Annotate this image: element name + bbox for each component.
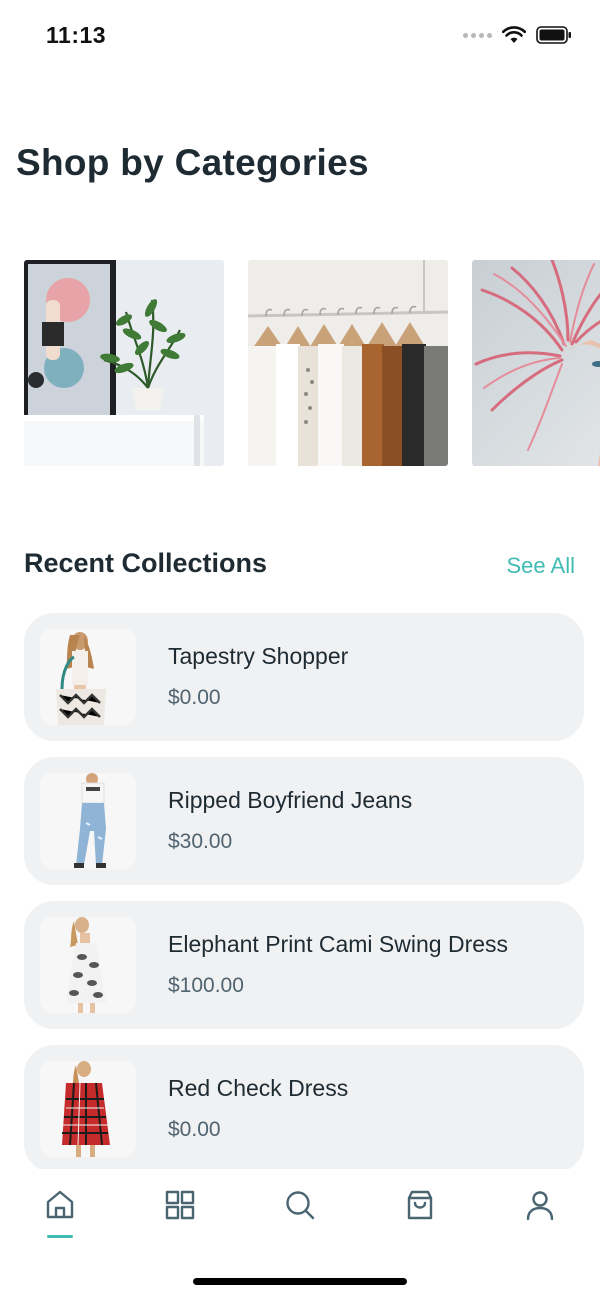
nav-cart[interactable]: [400, 1185, 440, 1225]
home-icon: [46, 1190, 74, 1219]
clothing-rack-category-image: [248, 260, 448, 466]
status-time: 11:13: [46, 22, 107, 48]
home-indicator: [193, 1278, 407, 1285]
product-name: Elephant Print Cami Swing Dress: [168, 931, 509, 957]
category-card-home-decor[interactable]: [24, 260, 224, 466]
product-price: $0.00: [168, 686, 221, 709]
recent-collections-title: Recent Collections: [24, 548, 268, 578]
nav-search[interactable]: [280, 1185, 320, 1225]
product-price: $0.00: [168, 1118, 221, 1141]
product-name: Ripped Boyfriend Jeans: [168, 787, 413, 813]
product-card-ripped-boyfriend-jeans[interactable]: Ripped Boyfriend Jeans $30.00: [24, 757, 584, 885]
shopping-bag-icon: [407, 1190, 433, 1220]
product-card-elephant-print-cami-swing-dress[interactable]: Elephant Print Cami Swing Dress $100.00: [24, 901, 584, 1029]
nav-profile[interactable]: [520, 1185, 560, 1225]
search-icon: [286, 1191, 315, 1220]
user-icon: [526, 1191, 554, 1221]
home-decor-category-image: [24, 260, 224, 466]
category-card-beauty[interactable]: [472, 260, 600, 466]
wifi-icon: [502, 26, 526, 43]
ripped-boyfriend-jeans-image: [40, 773, 136, 869]
hair-beauty-category-image: [472, 260, 600, 466]
bottom-navigation: [0, 1169, 600, 1299]
categories-carousel[interactable]: [0, 258, 600, 468]
product-thumbnail: [40, 1061, 136, 1157]
product-price: $30.00: [168, 830, 233, 853]
recent-collections-list[interactable]: Tapestry Shopper $0.00 Ripped Boyfriend …: [24, 613, 584, 1169]
red-check-dress-image: [40, 1061, 136, 1157]
product-thumbnail: [40, 773, 136, 869]
product-thumbnail: [40, 917, 136, 1013]
product-card-red-check-dress[interactable]: Red Check Dress $0.00: [24, 1045, 584, 1169]
grid-icon: [165, 1190, 195, 1220]
tapestry-shopper-image: [40, 629, 136, 725]
product-name: Tapestry Shopper: [168, 643, 349, 669]
see-all-link[interactable]: See All: [507, 553, 576, 579]
status-bar: 11:13: [0, 0, 600, 74]
page-title: Shop by Categories: [16, 142, 369, 183]
product-name: Red Check Dress: [168, 1075, 349, 1101]
active-tab-indicator: [47, 1235, 73, 1238]
nav-home[interactable]: [40, 1185, 80, 1225]
product-card-tapestry-shopper[interactable]: Tapestry Shopper $0.00: [24, 613, 584, 741]
category-card-clothing[interactable]: [248, 260, 448, 466]
product-thumbnail: [40, 629, 136, 725]
elephant-print-dress-image: [40, 917, 136, 1013]
status-icons: [463, 26, 572, 44]
cellular-signal-icon: [463, 32, 492, 38]
product-price: $100.00: [168, 974, 244, 997]
nav-categories[interactable]: [160, 1185, 200, 1225]
battery-icon: [536, 26, 571, 44]
